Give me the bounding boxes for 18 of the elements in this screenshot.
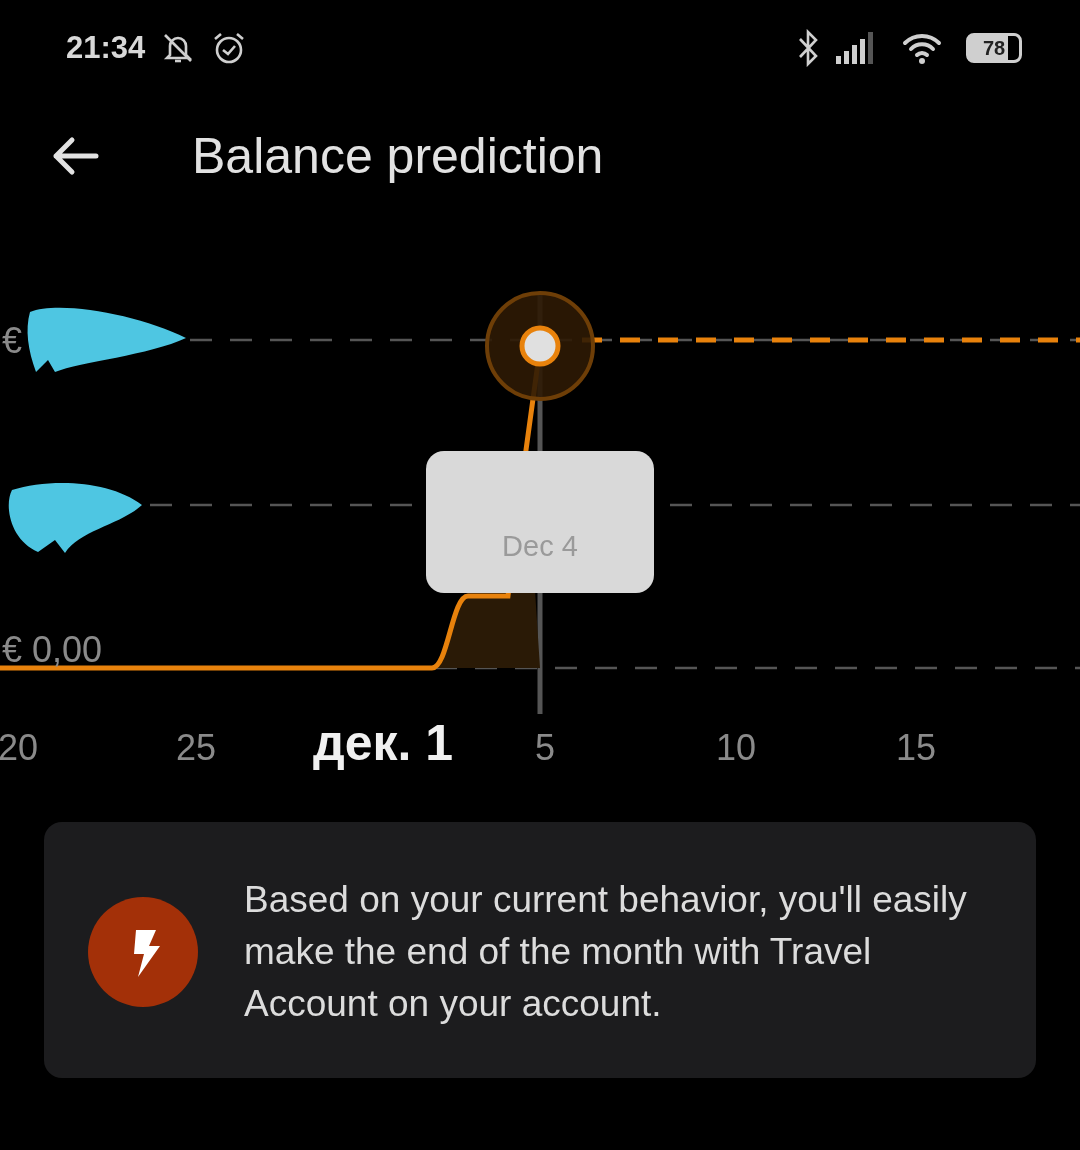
wifi-icon bbox=[902, 32, 942, 64]
axis-label: дек. 1 bbox=[312, 715, 454, 771]
lightning-icon bbox=[88, 897, 198, 1007]
axis-label: 25 bbox=[176, 727, 216, 768]
axis-label: 10 bbox=[716, 727, 756, 768]
selected-point[interactable] bbox=[485, 291, 595, 401]
axis-label: 20 bbox=[0, 727, 38, 768]
axis-label: € 0,00 bbox=[2, 629, 103, 670]
back-arrow-icon[interactable] bbox=[52, 136, 100, 176]
bluetooth-icon bbox=[796, 29, 820, 67]
axis-label: € bbox=[2, 320, 23, 361]
axis-label: 5 bbox=[535, 727, 555, 768]
insight-message: Based on your current behavior, you'll easily make the end of the month with Travel Account on your account. bbox=[244, 878, 968, 1026]
axis-label: 15 bbox=[896, 727, 936, 768]
page-title: Balance prediction bbox=[192, 126, 604, 186]
clock-time: 21:34 bbox=[66, 28, 146, 67]
battery-indicator: 78 bbox=[966, 33, 1022, 63]
tooltip-date: Dec 4 bbox=[502, 530, 578, 562]
